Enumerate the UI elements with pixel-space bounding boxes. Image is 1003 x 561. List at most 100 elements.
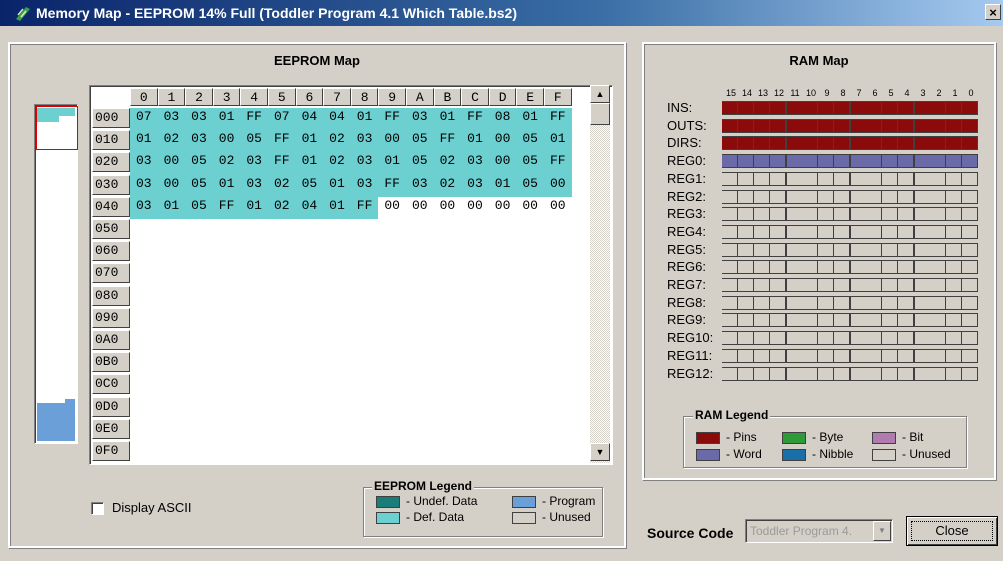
eeprom-byte-cell[interactable]: 01 xyxy=(212,108,241,131)
register-bit xyxy=(738,155,753,168)
eeprom-byte-cell[interactable]: 00 xyxy=(544,174,572,197)
eeprom-vertical-scrollbar[interactable]: ▲ ▼ xyxy=(590,85,610,463)
scroll-thumb[interactable] xyxy=(590,103,610,125)
eeprom-byte-cell[interactable]: 03 xyxy=(185,108,213,131)
eeprom-byte-cell[interactable]: 01 xyxy=(378,152,406,175)
eeprom-byte-cell[interactable]: 00 xyxy=(488,152,517,175)
eeprom-byte-cell[interactable]: 07 xyxy=(268,108,296,131)
eeprom-byte-cell[interactable]: 01 xyxy=(544,130,572,153)
display-ascii-checkbox[interactable] xyxy=(91,502,104,515)
eeprom-byte-cell[interactable]: 00 xyxy=(157,152,186,175)
eeprom-byte-cell[interactable]: 03 xyxy=(350,174,379,197)
eeprom-byte-cell[interactable]: 07 xyxy=(130,108,158,131)
close-button[interactable]: Close xyxy=(906,516,998,546)
eeprom-byte-cell[interactable]: 04 xyxy=(295,108,324,131)
scroll-up-button[interactable]: ▲ xyxy=(590,85,610,103)
eeprom-byte-cell[interactable]: FF xyxy=(350,196,379,219)
eeprom-byte-cell[interactable]: 03 xyxy=(406,174,434,197)
eeprom-byte-cell[interactable]: 01 xyxy=(130,130,158,153)
eeprom-byte-cell[interactable]: 03 xyxy=(130,174,158,197)
eeprom-byte-cell[interactable]: 02 xyxy=(268,196,296,219)
eeprom-byte-cell[interactable]: 04 xyxy=(323,108,351,131)
eeprom-byte-cell[interactable]: 03 xyxy=(461,152,489,175)
eeprom-byte-cell[interactable]: 03 xyxy=(130,152,158,175)
eeprom-byte-cell[interactable]: FF xyxy=(268,130,296,153)
eeprom-byte-cell[interactable]: 00 xyxy=(461,197,489,219)
eeprom-byte-cell[interactable]: 05 xyxy=(295,174,324,197)
eeprom-byte-cell[interactable]: 01 xyxy=(295,152,324,175)
register-bit xyxy=(915,172,930,185)
eeprom-byte-cell[interactable]: 01 xyxy=(157,196,186,219)
eeprom-byte-cell[interactable]: 03 xyxy=(130,196,158,219)
eeprom-byte-cell[interactable]: 01 xyxy=(323,196,351,219)
eeprom-byte-cell[interactable]: 03 xyxy=(157,108,186,131)
eeprom-byte-cell[interactable]: 05 xyxy=(516,152,544,175)
eeprom-byte-cell[interactable]: 05 xyxy=(240,130,268,153)
eeprom-byte-cell[interactable]: 05 xyxy=(406,130,434,153)
eeprom-byte-cell[interactable]: FF xyxy=(433,130,462,153)
eeprom-byte-cell[interactable]: 05 xyxy=(185,152,213,175)
eeprom-byte-cell[interactable]: 01 xyxy=(323,174,351,197)
eeprom-byte-cell[interactable]: FF xyxy=(378,174,406,197)
eeprom-byte-cell[interactable]: FF xyxy=(240,108,268,131)
eeprom-byte-cell[interactable]: 05 xyxy=(516,130,544,153)
eeprom-byte-cell[interactable]: 02 xyxy=(268,174,296,197)
eeprom-byte-cell[interactable]: 02 xyxy=(157,130,186,153)
eeprom-byte-cell[interactable]: FF xyxy=(544,152,572,175)
overview-view-window[interactable] xyxy=(36,106,78,150)
eeprom-byte-cell[interactable]: 08 xyxy=(488,108,517,131)
eeprom-byte-cell[interactable]: 00 xyxy=(488,130,517,153)
eeprom-byte-cell[interactable]: 00 xyxy=(516,197,544,219)
register-bit xyxy=(787,119,802,132)
eeprom-overview-strip[interactable] xyxy=(34,104,78,444)
eeprom-byte-cell[interactable]: 01 xyxy=(433,108,462,131)
eeprom-byte-cell[interactable]: 03 xyxy=(240,174,268,197)
eeprom-byte-cell[interactable]: 01 xyxy=(516,108,544,131)
eeprom-byte-cell[interactable]: 00 xyxy=(544,197,572,219)
source-code-dropdown[interactable]: Toddler Program 4. ▼ xyxy=(745,519,893,543)
eeprom-byte-cell[interactable]: 00 xyxy=(157,174,186,197)
eeprom-byte-cell[interactable]: 02 xyxy=(433,152,462,175)
bit-number-label: 1 xyxy=(952,88,958,98)
register-bit xyxy=(851,279,866,291)
legend-swatch xyxy=(782,449,806,461)
eeprom-byte-cell[interactable]: 00 xyxy=(489,197,517,219)
eeprom-byte-cell[interactable]: 03 xyxy=(461,174,489,197)
title-bar[interactable]: Memory Map - EEPROM 14% Full (Toddler Pr… xyxy=(0,0,1003,26)
eeprom-byte-cell[interactable]: 02 xyxy=(323,152,351,175)
scroll-down-button[interactable]: ▼ xyxy=(590,443,610,461)
eeprom-byte-cell[interactable]: 05 xyxy=(406,152,434,175)
eeprom-byte-cell[interactable]: 01 xyxy=(212,174,241,197)
eeprom-byte-cell[interactable]: 04 xyxy=(295,196,324,219)
eeprom-byte-cell[interactable]: 01 xyxy=(488,174,517,197)
chevron-down-icon[interactable]: ▼ xyxy=(873,521,891,541)
eeprom-byte-cell[interactable]: 01 xyxy=(461,130,489,153)
eeprom-byte-cell[interactable]: 03 xyxy=(350,152,379,175)
eeprom-byte-cell[interactable]: 01 xyxy=(295,130,324,153)
eeprom-byte-cell[interactable]: 03 xyxy=(350,130,379,153)
eeprom-byte-cell[interactable]: FF xyxy=(212,196,241,219)
close-window-button[interactable]: × xyxy=(985,4,1001,20)
eeprom-byte-cell[interactable]: FF xyxy=(544,108,572,131)
eeprom-hex-grid[interactable]: 0 1 2 3 4 5 6 7 8 9 A B C D E F 000 07 03 03 01 FF 07 04 04 01 FF 0… xyxy=(89,85,613,465)
eeprom-byte-cell[interactable]: 00 xyxy=(378,197,406,219)
eeprom-byte-cell[interactable]: 01 xyxy=(240,196,268,219)
eeprom-byte-cell[interactable]: 01 xyxy=(350,108,379,131)
eeprom-byte-cell[interactable]: 03 xyxy=(185,130,213,153)
eeprom-byte-cell[interactable]: 00 xyxy=(434,197,462,219)
eeprom-byte-cell[interactable]: 00 xyxy=(212,130,241,153)
eeprom-byte-cell[interactable]: 03 xyxy=(406,108,434,131)
eeprom-byte-cell[interactable]: FF xyxy=(461,108,489,131)
eeprom-byte-cell[interactable]: FF xyxy=(268,152,296,175)
eeprom-byte-cell[interactable]: 03 xyxy=(240,152,268,175)
eeprom-byte-cell[interactable]: 02 xyxy=(212,152,241,175)
display-ascii-label[interactable]: Display ASCII xyxy=(112,500,191,515)
eeprom-byte-cell[interactable]: 05 xyxy=(516,174,544,197)
eeprom-byte-cell[interactable]: 02 xyxy=(433,174,462,197)
eeprom-byte-cell[interactable]: 00 xyxy=(406,197,434,219)
eeprom-byte-cell[interactable]: FF xyxy=(378,108,406,131)
eeprom-byte-cell[interactable]: 00 xyxy=(378,130,406,153)
eeprom-byte-cell[interactable]: 02 xyxy=(323,130,351,153)
eeprom-byte-cell[interactable]: 05 xyxy=(185,196,213,219)
eeprom-byte-cell[interactable]: 05 xyxy=(185,174,213,197)
